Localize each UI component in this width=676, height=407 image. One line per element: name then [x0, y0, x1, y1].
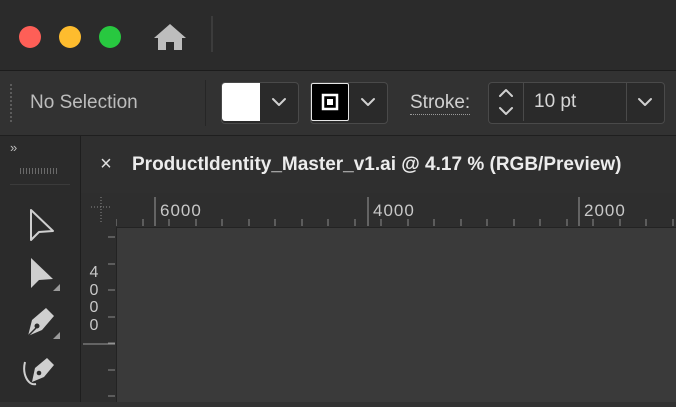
ruler-label: 4 0 0 0 [89, 264, 99, 334]
ruler-origin[interactable] [81, 193, 116, 227]
stroke-weight-dropdown-button[interactable] [626, 83, 663, 121]
title-bar-divider [211, 16, 213, 52]
ruler-label: 2000 [584, 201, 626, 220]
window-close-button[interactable] [19, 26, 41, 48]
document-tab-title[interactable]: ProductIdentity_Master_v1.ai @ 4.17 % (R… [132, 154, 676, 176]
artboard-canvas[interactable] [117, 228, 676, 402]
tools-collapse-button[interactable]: » [10, 140, 17, 155]
ruler-label: 6000 [160, 201, 202, 220]
stroke-weight-stepper[interactable] [489, 83, 524, 121]
window-minimize-button[interactable] [59, 26, 81, 48]
curvature-tool[interactable] [22, 350, 62, 390]
stroke-swatch-icon [321, 93, 339, 111]
control-bar-grip[interactable] [10, 84, 16, 122]
curvature-pen-icon [23, 358, 54, 386]
direct-selection-arrow-icon [31, 258, 60, 291]
chevron-down-icon [361, 98, 375, 106]
home-button[interactable] [150, 20, 190, 54]
stepper-icon [499, 89, 513, 115]
stroke-color-swatch[interactable] [311, 83, 349, 121]
home-icon [154, 24, 186, 50]
pen-icon [27, 308, 60, 339]
pen-tool[interactable] [22, 302, 62, 342]
chevron-down-icon [272, 98, 286, 106]
stroke-dropdown-button[interactable] [351, 83, 385, 121]
direct-selection-tool[interactable] [22, 254, 62, 294]
chevron-down-icon [638, 98, 652, 106]
selection-arrow-icon [30, 209, 54, 241]
stroke-label[interactable]: Stroke: [410, 93, 471, 115]
stroke-weight-input[interactable] [524, 83, 624, 121]
selection-status: No Selection [30, 92, 138, 113]
selection-tool[interactable] [22, 206, 62, 246]
fill-color-swatch[interactable] [222, 83, 260, 121]
window-maximize-button[interactable] [99, 26, 121, 48]
tools-panel-divider [10, 184, 70, 185]
control-bar-divider [205, 80, 206, 126]
close-document-button[interactable]: × [98, 154, 114, 174]
tools-panel-grip[interactable] [20, 168, 58, 174]
fill-dropdown-button[interactable] [262, 83, 296, 121]
ruler-label: 4000 [373, 201, 415, 220]
ruler-origin-icon [91, 197, 111, 223]
